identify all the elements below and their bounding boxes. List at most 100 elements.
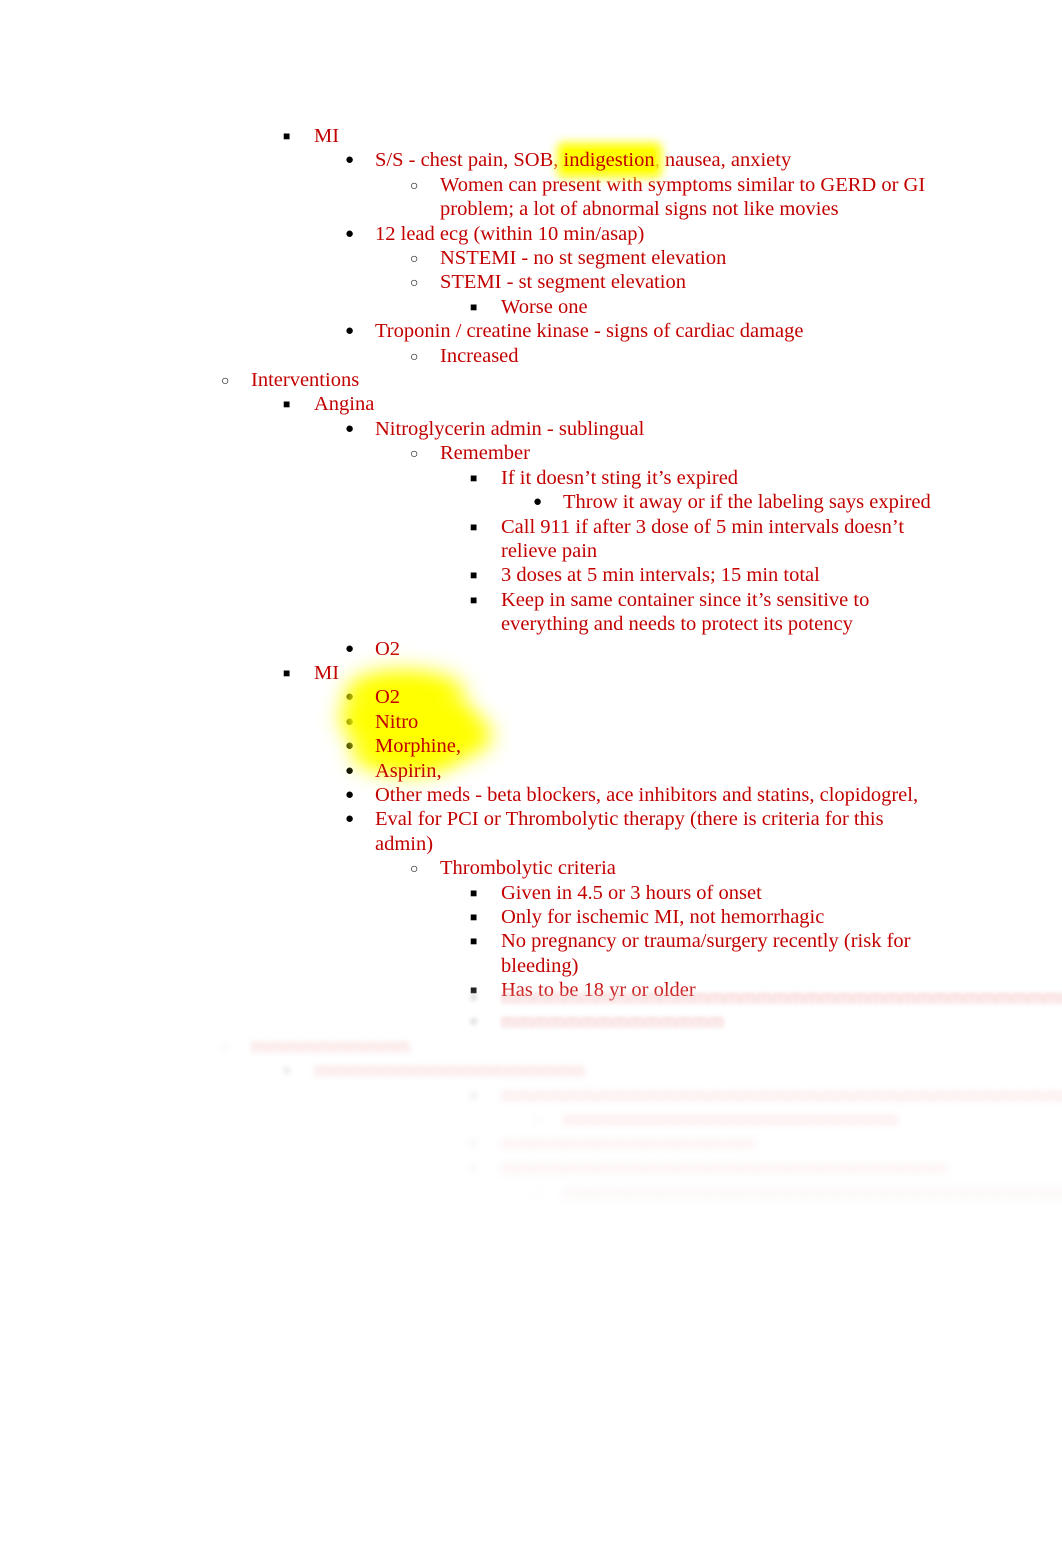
- outline-item-text: Women can present with symptoms similar …: [440, 173, 926, 221]
- filled-square-bullet-icon: ■: [470, 885, 478, 900]
- obscured-text: mmmmmmmmmm: [251, 1034, 411, 1057]
- outline-item-text: 3 doses at 5 min intervals; 15 min total: [501, 564, 820, 587]
- filled-disc-bullet-icon: ●: [345, 761, 355, 779]
- outline-item-text: STEMI - st segment elevation: [440, 271, 686, 294]
- hollow-circle-bullet-icon: ○: [410, 274, 419, 291]
- outline-item-text: No pregnancy or trauma/surgery recently …: [501, 930, 911, 977]
- outline-item-text: Call 911 if after 3 dose of 5 min interv…: [501, 515, 905, 562]
- filled-square-bullet-icon: ■: [283, 665, 291, 680]
- outline-item: ■ Angina: [0, 392, 1062, 416]
- filled-square-bullet-icon: ■: [283, 129, 291, 143]
- filled-square-bullet-icon: ■: [470, 1014, 478, 1029]
- filled-disc-bullet-icon: ●: [345, 810, 355, 828]
- highlighted-term: indigestion: [563, 149, 655, 172]
- hollow-circle-bullet-icon: ○: [533, 1111, 542, 1128]
- filled-square-bullet-icon: ■: [470, 910, 478, 924]
- outline-item-text: Nitro: [375, 710, 419, 733]
- outline-item: ● O2: [0, 637, 1062, 661]
- filled-square-bullet-icon: ■: [470, 470, 478, 485]
- obscured-outline-item: ■ mmmmmmmmmmmmmm: [0, 1009, 1062, 1033]
- outline-item: ● Eval for PCI or Thrombolytic therapy (t…: [0, 807, 1062, 856]
- filled-square-bullet-icon: ■: [470, 990, 478, 1004]
- outline-item-text: Other meds - beta blockers, ace inhibito…: [375, 783, 919, 806]
- document-page: ■ MI ● S/S - chest pain, SOB, indigestion, …: [0, 0, 1062, 1556]
- outline-item-text: Morphine,: [375, 735, 461, 758]
- outline-item: ○ NSTEMI - no st segment elevation: [0, 246, 1062, 270]
- outline-item-text: Troponin / creatine kinase - signs of ca…: [375, 320, 804, 343]
- outline-item-text: Worse one: [501, 295, 588, 318]
- outline-item: ■ Worse one: [0, 295, 1062, 319]
- outline-item-text: S/S - chest pain, SOB, indigestion, naus…: [375, 148, 1062, 172]
- outline-item: ○ Thrombolytic criteria: [0, 856, 1062, 880]
- outline-item: ■ Keep in same container since it’s sensi…: [0, 588, 1062, 637]
- outline-item-text: 12 lead ecg (within 10 min/asap): [375, 222, 645, 245]
- obscured-text: mmmmmmmmmmmmmmmmmmmmmmmmmmmmmmmmmmmmmmmm…: [501, 986, 1062, 1008]
- filled-disc-bullet-icon: ●: [533, 493, 543, 511]
- text-segment: S/S - chest pain, SOB,: [375, 149, 564, 172]
- hollow-circle-bullet-icon: ○: [221, 1037, 230, 1054]
- obscured-text: mmmmmmmmmmmmmm: [501, 1010, 725, 1033]
- outline-item: ● Nitroglycerin admin - sublingual: [0, 417, 1062, 441]
- outline-item: ○ Interventions: [0, 368, 1062, 392]
- obscured-text: mmmmmmmmmmmmmmmmm: [314, 1059, 586, 1082]
- outline-item: ● Morphine,: [0, 734, 1062, 758]
- hollow-circle-bullet-icon: ○: [410, 176, 419, 193]
- outline-item-text: Only for ischemic MI, not hemorrhagic: [501, 906, 825, 928]
- outline-item-text: Remember: [440, 442, 530, 465]
- outline-item-text: MI: [314, 661, 340, 684]
- hollow-circle-bullet-icon: ○: [410, 860, 419, 877]
- outline-item-text: O2: [375, 637, 401, 660]
- outline-item: ■ MI: [0, 661, 1062, 685]
- obscured-outline-item: ○ mmmmmmmmmmmmmmmmmmmmmmmmmmmmmmmmmmmmmmm: [0, 1180, 1062, 1204]
- outline-item-text: Angina: [314, 393, 375, 416]
- filled-square-bullet-icon: ■: [470, 1160, 478, 1175]
- filled-square-bullet-icon: ■: [470, 299, 478, 314]
- outline-item-text: Keep in same container since it’s sensit…: [501, 588, 870, 636]
- text-segment: , nausea, anxiety: [654, 149, 792, 172]
- outline-item: ○ STEMI - st segment elevation: [0, 270, 1062, 294]
- hollow-circle-bullet-icon: ○: [410, 347, 419, 364]
- filled-disc-bullet-icon: ●: [345, 688, 355, 706]
- outline-item: ● Nitro: [0, 710, 1062, 734]
- outline-item-text: NSTEMI - no st segment elevation: [440, 247, 727, 270]
- hollow-circle-bullet-icon: ○: [410, 250, 419, 267]
- outline-item-text: Increased: [440, 344, 519, 367]
- outline-item-text: Given in 4.5 or 3 hours of onset: [501, 881, 762, 904]
- obscured-tail-block: ■mmmmmmmmmmmmmmmmmmmmmmmmmmmmmmmmmmmmmmm…: [0, 985, 1062, 1220]
- obscured-outline-item: ■ mmmmmmmmmmmmmmmm: [0, 1131, 1062, 1155]
- obscured-text: mmmmmmmmmmmmmmmmmmmmm: [563, 1108, 898, 1131]
- outline-item: ● Aspirin,: [0, 759, 1062, 783]
- outline-item: ■ If it doesn’t sting it’s expired: [0, 466, 1062, 490]
- filled-square-bullet-icon: ■: [470, 568, 478, 583]
- filled-disc-bullet-icon: ●: [345, 322, 355, 340]
- outline-content: ■ MI ● S/S - chest pain, SOB, indigestion, …: [0, 124, 1062, 1003]
- filled-square-bullet-icon: ■: [470, 934, 478, 949]
- outline-item: ■ Call 911 if after 3 dose of 5 min inter…: [0, 515, 1062, 564]
- hollow-circle-bullet-icon: ○: [221, 372, 230, 389]
- outline-item: ○ Increased: [0, 344, 1062, 368]
- outline-item: ● Other meds - beta blockers, ace inhibit…: [0, 783, 1062, 807]
- hollow-circle-bullet-icon: ○: [410, 445, 419, 462]
- obscured-outline-item: ■ mmmmmmmmmmmmmmmmmmmmmmmmmmmm: [0, 1156, 1062, 1180]
- filled-square-bullet-icon: ■: [470, 519, 478, 534]
- filled-square-bullet-icon: ■: [470, 1136, 478, 1151]
- outline-item: ○ Women can present with symptoms similar…: [0, 173, 1062, 222]
- filled-disc-bullet-icon: ●: [345, 737, 355, 755]
- obscured-text: mmmmmmmmmmmmmmmm: [501, 1132, 757, 1155]
- outline-item: ● S/S - chest pain, SOB, indigestion, nau…: [0, 148, 1062, 172]
- filled-disc-bullet-icon: ●: [345, 151, 355, 169]
- obscured-text: mmmmmmmmmmmmmmmmmmmmmmmmmmmmmmmmmmmmmmmm…: [501, 1083, 1062, 1106]
- filled-disc-bullet-icon: ●: [345, 785, 355, 803]
- obscured-outline-item: ■ mmmmmmmmmmmmmmmmmmmmmmmmmmmmmmmmmmmmmmm…: [0, 1083, 1062, 1107]
- filled-disc-bullet-icon: ●: [345, 712, 355, 730]
- outline-item-text: Interventions: [251, 369, 360, 392]
- outline-item: ■ Only for ischemic MI, not hemorrhagic: [0, 905, 1062, 929]
- filled-square-bullet-icon: ■: [470, 1087, 478, 1102]
- filled-square-bullet-icon: ■: [470, 592, 478, 607]
- outline-item-text: MI: [314, 125, 340, 147]
- outline-item: ● Troponin / creatine kinase - signs of c…: [0, 319, 1062, 343]
- obscured-outline-item: ○ mmmmmmmmmm: [0, 1034, 1062, 1058]
- outline-item-text: Nitroglycerin admin - sublingual: [375, 417, 645, 440]
- outline-item-text: Thrombolytic criteria: [440, 857, 616, 880]
- outline-item-text: Throw it away or if the labeling says ex…: [563, 491, 931, 514]
